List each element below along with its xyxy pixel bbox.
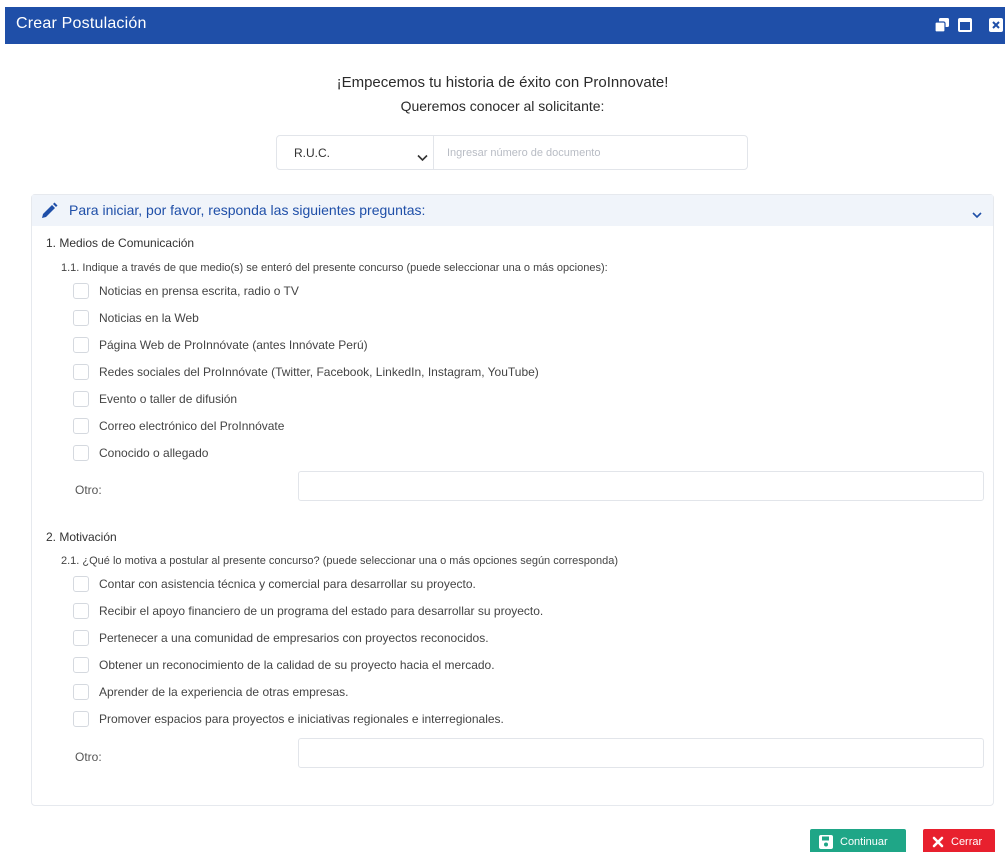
continue-button[interactable]: Continuar	[810, 829, 906, 852]
option-label: Noticias en prensa escrita, radio o TV	[99, 284, 299, 298]
save-icon	[819, 834, 833, 849]
checkbox-option[interactable]: Recibir el apoyo financiero de un progra…	[73, 602, 543, 620]
close-button-label: Cerrar	[951, 835, 983, 848]
window-title: Crear Postulación	[16, 15, 147, 32]
other-motivacion-input[interactable]	[298, 738, 984, 768]
option-label: Correo electrónico del ProInnóvate	[99, 419, 285, 433]
option-label: Aprender de la experiencia de otras empr…	[99, 685, 349, 699]
checkbox[interactable]	[73, 391, 89, 407]
questions-panel-title: Para iniciar, por favor, responda las si…	[69, 202, 426, 218]
checkbox-option[interactable]: Conocido o allegado	[73, 444, 208, 462]
checkbox-option[interactable]: Noticias en prensa escrita, radio o TV	[73, 282, 299, 300]
checkbox-option[interactable]: Noticias en la Web	[73, 309, 199, 327]
close-window-icon[interactable]	[989, 18, 1003, 32]
option-label: Obtener un reconocimiento de la calidad …	[99, 658, 495, 672]
checkbox-option[interactable]: Redes sociales del ProInnóvate (Twitter,…	[73, 363, 539, 381]
chevron-down-icon	[417, 149, 428, 167]
checkbox[interactable]	[73, 657, 89, 673]
checkbox[interactable]	[73, 603, 89, 619]
checkbox[interactable]	[73, 364, 89, 380]
maximize-window-icon[interactable]	[958, 18, 972, 32]
x-icon	[932, 836, 944, 848]
intro-heading: ¡Empecemos tu historia de éxito con ProI…	[336, 74, 669, 91]
other-label: Otro:	[75, 750, 102, 764]
option-label: Página Web de ProInnóvate (antes Innóvat…	[99, 338, 368, 352]
checkbox-option[interactable]: Página Web de ProInnóvate (antes Innóvat…	[73, 336, 368, 354]
checkbox-option[interactable]: Evento o taller de difusión	[73, 390, 237, 408]
intro-subheading: Queremos conocer al solicitante:	[400, 98, 605, 114]
document-type-select[interactable]: R.U.C.	[277, 136, 434, 169]
option-label: Recibir el apoyo financiero de un progra…	[99, 604, 544, 618]
questions-panel-header[interactable]: Para iniciar, por favor, responda las si…	[32, 195, 993, 226]
restore-window-icon[interactable]	[934, 18, 949, 33]
checkbox-option[interactable]: Aprender de la experiencia de otras empr…	[73, 683, 348, 701]
checkbox[interactable]	[73, 711, 89, 727]
option-label: Redes sociales del ProInnóvate (Twitter,…	[99, 365, 539, 379]
window-titlebar: Crear Postulación	[5, 7, 1005, 44]
question-1-1: 1.1. Indique a través de que medio(s) se…	[61, 262, 608, 274]
option-label: Conocido o allegado	[99, 446, 209, 460]
checkbox[interactable]	[73, 418, 89, 434]
option-label: Pertenecer a una comunidad de empresario…	[99, 631, 489, 645]
checkbox[interactable]	[73, 630, 89, 646]
checkbox[interactable]	[73, 445, 89, 461]
option-label: Promover espacios para proyectos e inici…	[99, 712, 504, 726]
continue-button-label: Continuar	[840, 835, 888, 848]
question-2-1: 2.1. ¿Qué lo motiva a postular al presen…	[61, 555, 619, 567]
document-selector: R.U.C.	[276, 135, 748, 170]
checkbox[interactable]	[73, 684, 89, 700]
close-button[interactable]: Cerrar	[923, 829, 995, 852]
checkbox[interactable]	[73, 576, 89, 592]
checkbox-option[interactable]: Contar con asistencia técnica y comercia…	[73, 575, 476, 593]
option-label: Evento o taller de difusión	[99, 392, 238, 406]
checkbox[interactable]	[73, 283, 89, 299]
pencil-icon	[40, 202, 58, 225]
checkbox[interactable]	[73, 337, 89, 353]
chevron-down-icon[interactable]	[972, 206, 982, 224]
option-label: Noticias en la Web	[99, 311, 199, 325]
checkbox[interactable]	[73, 310, 89, 326]
other-label: Otro:	[75, 483, 102, 497]
checkbox-option[interactable]: Promover espacios para proyectos e inici…	[73, 710, 504, 728]
checkbox-option[interactable]: Pertenecer a una comunidad de empresario…	[73, 629, 489, 647]
other-medio-input[interactable]	[298, 471, 984, 501]
option-label: Contar con asistencia técnica y comercia…	[99, 577, 476, 591]
checkbox-option[interactable]: Obtener un reconocimiento de la calidad …	[73, 656, 495, 674]
document-number-input[interactable]	[435, 136, 747, 169]
section-title-motivacion: 2. Motivación	[46, 530, 117, 544]
checkbox-option[interactable]: Correo electrónico del ProInnóvate	[73, 417, 284, 435]
section-title-medios: 1. Medios de Comunicación	[46, 236, 195, 250]
document-type-value: R.U.C.	[294, 146, 330, 160]
